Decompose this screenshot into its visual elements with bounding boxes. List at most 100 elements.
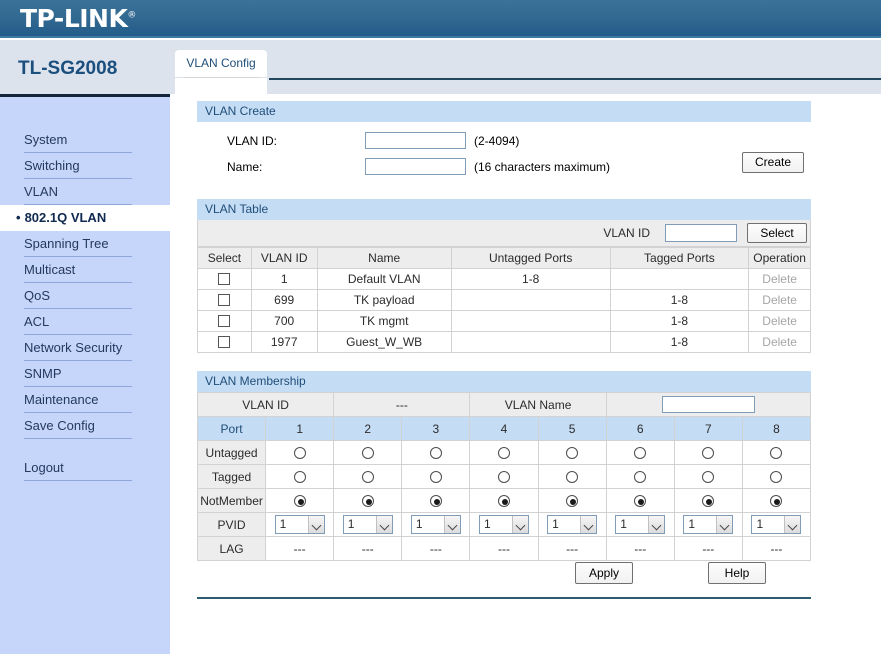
notmember-cell-4[interactable] — [470, 489, 538, 513]
tagged-radio-8[interactable] — [770, 471, 782, 483]
notmember-cell-8[interactable] — [742, 489, 810, 513]
untagged-radio-5[interactable] — [566, 447, 578, 459]
tagged-cell-1[interactable] — [266, 465, 334, 489]
chevron-down-icon[interactable] — [376, 516, 392, 533]
pvid-select-1[interactable]: 1 — [275, 515, 325, 534]
notmember-cell-5[interactable] — [538, 489, 606, 513]
sidebar-item-system[interactable]: System — [0, 127, 170, 153]
row-select-cell[interactable] — [198, 332, 252, 353]
chevron-down-icon[interactable] — [716, 516, 732, 533]
membership-vlan-name-input[interactable] — [662, 396, 755, 413]
notmember-cell-7[interactable] — [674, 489, 742, 513]
pvid-select-8[interactable]: 1 — [751, 515, 801, 534]
untagged-cell-3[interactable] — [402, 441, 470, 465]
untagged-cell-7[interactable] — [674, 441, 742, 465]
sidebar-item-maintenance[interactable]: Maintenance — [0, 387, 170, 413]
sidebar-item-acl[interactable]: ACL — [0, 309, 170, 335]
tagged-cell-5[interactable] — [538, 465, 606, 489]
notmember-cell-6[interactable] — [606, 489, 674, 513]
pvid-cell-2[interactable]: 1 — [334, 513, 402, 537]
tagged-radio-3[interactable] — [430, 471, 442, 483]
notmember-radio-7[interactable] — [702, 495, 714, 507]
pvid-select-6[interactable]: 1 — [615, 515, 665, 534]
delete-link[interactable]: Delete — [762, 272, 797, 286]
delete-link[interactable]: Delete — [762, 314, 797, 328]
sidebar-item-qos[interactable]: QoS — [0, 283, 170, 309]
apply-button[interactable]: Apply — [575, 562, 633, 584]
row-select-cell[interactable] — [198, 290, 252, 311]
tagged-radio-7[interactable] — [702, 471, 714, 483]
notmember-cell-3[interactable] — [402, 489, 470, 513]
untagged-cell-1[interactable] — [266, 441, 334, 465]
pvid-select-7[interactable]: 1 — [683, 515, 733, 534]
notmember-cell-1[interactable] — [266, 489, 334, 513]
help-button[interactable]: Help — [708, 562, 766, 584]
vlan-id-input[interactable] — [365, 132, 466, 149]
untagged-cell-5[interactable] — [538, 441, 606, 465]
notmember-radio-5[interactable] — [566, 495, 578, 507]
pvid-cell-3[interactable]: 1 — [402, 513, 470, 537]
tagged-cell-8[interactable] — [742, 465, 810, 489]
chevron-down-icon[interactable] — [308, 516, 324, 533]
pvid-cell-4[interactable]: 1 — [470, 513, 538, 537]
row-select-cell[interactable] — [198, 311, 252, 332]
tagged-cell-4[interactable] — [470, 465, 538, 489]
row-operation[interactable]: Delete — [749, 311, 811, 332]
untagged-radio-8[interactable] — [770, 447, 782, 459]
chevron-down-icon[interactable] — [580, 516, 596, 533]
untagged-cell-8[interactable] — [742, 441, 810, 465]
tagged-radio-1[interactable] — [294, 471, 306, 483]
row-checkbox[interactable] — [218, 315, 230, 327]
chevron-down-icon[interactable] — [444, 516, 460, 533]
vlan-name-input[interactable] — [365, 158, 466, 175]
tagged-cell-7[interactable] — [674, 465, 742, 489]
pvid-select-4[interactable]: 1 — [479, 515, 529, 534]
tagged-cell-3[interactable] — [402, 465, 470, 489]
tagged-cell-2[interactable] — [334, 465, 402, 489]
notmember-radio-1[interactable] — [294, 495, 306, 507]
row-checkbox[interactable] — [218, 273, 230, 285]
notmember-radio-6[interactable] — [634, 495, 646, 507]
sidebar-item-spanning-tree[interactable]: Spanning Tree — [0, 231, 170, 257]
tagged-radio-2[interactable] — [362, 471, 374, 483]
delete-link[interactable]: Delete — [762, 335, 797, 349]
untagged-radio-1[interactable] — [294, 447, 306, 459]
sidebar-item-multicast[interactable]: Multicast — [0, 257, 170, 283]
untagged-cell-4[interactable] — [470, 441, 538, 465]
row-checkbox[interactable] — [218, 336, 230, 348]
untagged-cell-6[interactable] — [606, 441, 674, 465]
pvid-cell-1[interactable]: 1 — [266, 513, 334, 537]
row-operation[interactable]: Delete — [749, 332, 811, 353]
sidebar-item-snmp[interactable]: SNMP — [0, 361, 170, 387]
row-operation[interactable]: Delete — [749, 269, 811, 290]
pvid-select-2[interactable]: 1 — [343, 515, 393, 534]
pvid-cell-7[interactable]: 1 — [674, 513, 742, 537]
untagged-radio-4[interactable] — [498, 447, 510, 459]
notmember-radio-8[interactable] — [770, 495, 782, 507]
tagged-radio-5[interactable] — [566, 471, 578, 483]
pvid-select-3[interactable]: 1 — [411, 515, 461, 534]
notmember-radio-2[interactable] — [362, 495, 374, 507]
sidebar-item-network-security[interactable]: Network Security — [0, 335, 170, 361]
untagged-radio-6[interactable] — [634, 447, 646, 459]
tagged-radio-4[interactable] — [498, 471, 510, 483]
row-checkbox[interactable] — [218, 294, 230, 306]
notmember-radio-3[interactable] — [430, 495, 442, 507]
untagged-radio-7[interactable] — [702, 447, 714, 459]
sidebar-item-vlan[interactable]: VLAN — [0, 179, 170, 205]
select-button[interactable]: Select — [747, 223, 807, 243]
pvid-cell-5[interactable]: 1 — [538, 513, 606, 537]
tagged-radio-6[interactable] — [634, 471, 646, 483]
delete-link[interactable]: Delete — [762, 293, 797, 307]
chevron-down-icon[interactable] — [512, 516, 528, 533]
chevron-down-icon[interactable] — [648, 516, 664, 533]
tab-vlan-config[interactable]: VLAN Config — [175, 50, 267, 77]
tagged-cell-6[interactable] — [606, 465, 674, 489]
pvid-cell-8[interactable]: 1 — [742, 513, 810, 537]
create-button[interactable]: Create — [742, 152, 804, 173]
notmember-radio-4[interactable] — [498, 495, 510, 507]
sidebar-item-802-1q-vlan[interactable]: •802.1Q VLAN — [0, 205, 170, 231]
sidebar-item-save-config[interactable]: Save Config — [0, 413, 170, 439]
pvid-select-5[interactable]: 1 — [547, 515, 597, 534]
chevron-down-icon[interactable] — [784, 516, 800, 533]
